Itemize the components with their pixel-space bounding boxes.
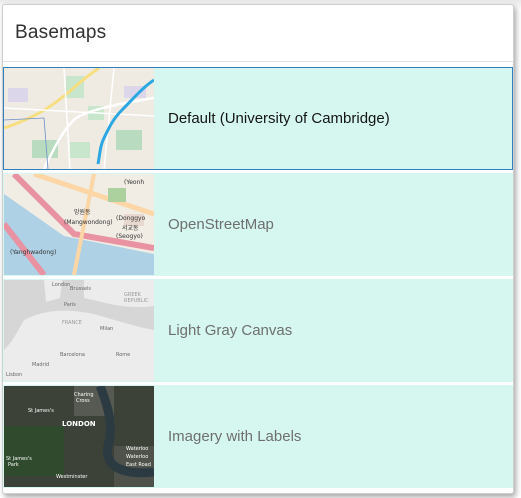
gray-label-milan: Milan — [100, 326, 113, 332]
light-gray-map-thumbnail: London Brussels GREEK REPUBLIC Paris FRA… — [4, 280, 154, 381]
basemap-label: Light Gray Canvas — [168, 322, 293, 339]
img-label-st-james: St James's — [28, 408, 54, 414]
img-label-cross: Cross — [76, 398, 90, 404]
osm-map-thumbnail: (Yeonh (Mangwondong) (Seogyo) (Donggyo (… — [4, 174, 154, 275]
gray-label-lisbon: Lisbon — [6, 372, 22, 378]
gray-label-madrid: Madrid — [32, 362, 49, 368]
gray-label-republic: REPUBLIC — [124, 298, 149, 304]
basemap-thumbnail-light-gray: London Brussels GREEK REPUBLIC Paris FRA… — [4, 280, 154, 381]
img-label-park: Park — [8, 462, 19, 468]
osm-label-mangwon-ko: 망원동 — [74, 208, 91, 216]
img-label-waterloo-east: Waterloo — [126, 454, 148, 460]
img-label-westminster: Westminster — [56, 474, 88, 480]
basemap-item-openstreetmap[interactable]: (Yeonh (Mangwondong) (Seogyo) (Donggyo (… — [3, 173, 513, 276]
gray-label-paris: Paris — [64, 302, 76, 308]
basemap-item-default-cambridge[interactable]: Default (University of Cambridge) — [3, 67, 513, 170]
img-label-waterloo: Waterloo — [126, 446, 148, 452]
basemap-item-light-gray-canvas[interactable]: London Brussels GREEK REPUBLIC Paris FRA… — [3, 279, 513, 382]
gray-label-barcelona: Barcelona — [60, 352, 85, 358]
gray-label-france: FRANCE — [62, 320, 82, 326]
gray-label-london: London — [52, 282, 70, 288]
basemap-item-imagery-with-labels[interactable]: Charing Cross St James's LONDON Waterloo… — [3, 385, 513, 488]
gray-label-rome: Rome — [116, 352, 130, 358]
basemap-thumbnail-osm: (Yeonh (Mangwondong) (Seogyo) (Donggyo (… — [4, 174, 154, 275]
basemap-label: Default (University of Cambridge) — [168, 110, 390, 127]
osm-label-yanghwadong: (Yanghwadong) — [10, 249, 56, 256]
osm-label-donggyo: (Donggyo — [116, 215, 146, 222]
osm-label-mangwondong: (Mangwondong) — [64, 219, 113, 226]
basemap-label: Imagery with Labels — [168, 428, 302, 445]
panel-header: Basemaps — [3, 5, 513, 62]
imagery-map-thumbnail: Charing Cross St James's LONDON Waterloo… — [4, 386, 154, 487]
basemaps-panel: Basemaps Default (University of Cambridg… — [2, 4, 514, 494]
basemap-list: Default (University of Cambridge) (Yeonh… — [3, 62, 513, 488]
img-label-london: LONDON — [62, 420, 96, 428]
gray-label-brussels: Brussels — [70, 286, 91, 292]
basemap-label: OpenStreetMap — [168, 216, 274, 233]
basemap-thumbnail-cambridge — [4, 68, 154, 169]
img-label-east-road: East Road — [126, 462, 151, 468]
osm-label-seogyo-ko: 서교동 — [122, 224, 139, 232]
basemap-thumbnail-imagery: Charing Cross St James's LONDON Waterloo… — [4, 386, 154, 487]
panel-title: Basemaps — [15, 22, 107, 43]
osm-label-yeonh: (Yeonh — [124, 179, 144, 186]
osm-label-seogyo: (Seogyo) — [116, 233, 143, 240]
cambridge-map-thumbnail — [4, 68, 154, 169]
